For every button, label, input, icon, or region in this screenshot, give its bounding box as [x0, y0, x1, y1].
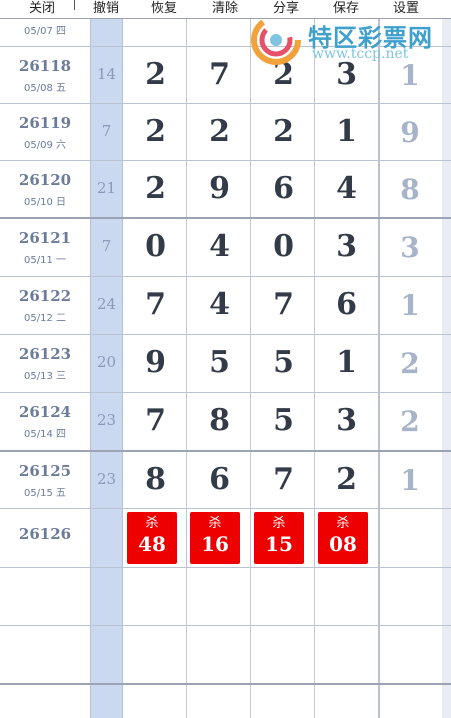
logo-url: www.tccp.net — [312, 46, 409, 62]
digit-3: 0 — [273, 229, 294, 264]
kill-label: 杀 — [336, 516, 350, 531]
digit-3: 5 — [273, 345, 294, 380]
digit-1: 8 — [145, 462, 166, 497]
digit-4: 1 — [336, 345, 357, 380]
digit-1: 2 — [145, 171, 166, 206]
digit-2: 5 — [209, 345, 230, 380]
last-digit: 1 — [400, 464, 420, 497]
kill-value: 48 — [138, 532, 166, 556]
sum-value: 21 — [96, 179, 117, 197]
kill-badge[interactable]: 杀 16 — [190, 512, 240, 564]
last-digit: 2 — [400, 405, 420, 438]
issue-number: 26119 — [18, 114, 72, 132]
digit-2: 2 — [209, 114, 230, 149]
digit-1: 7 — [145, 287, 166, 322]
sum-value: 14 — [96, 65, 117, 83]
close-button[interactable]: 关闭 — [20, 0, 64, 18]
digit-4: 3 — [336, 229, 357, 264]
kill-badge[interactable]: 杀 15 — [254, 512, 304, 564]
digit-4: 2 — [336, 462, 357, 497]
last-digit: 8 — [400, 173, 420, 206]
restore-button[interactable]: 恢复 — [142, 0, 186, 18]
sum-value: 20 — [96, 353, 117, 371]
last-digit: 2 — [400, 347, 420, 380]
table-row[interactable]: 26124 05/14 四 23 7 8 5 3 2 — [0, 393, 451, 452]
empty-row[interactable] — [0, 626, 451, 685]
digit-3: 7 — [273, 287, 294, 322]
digit-1: 2 — [145, 114, 166, 149]
toolbar-divider — [74, 0, 75, 10]
kill-badge[interactable]: 杀 08 — [318, 512, 368, 564]
draw-date: 05/11 一 — [24, 255, 66, 266]
draw-date: 05/09 六 — [24, 140, 66, 151]
table-row[interactable]: 26120 05/10 日 21 2 9 6 4 8 — [0, 161, 451, 219]
draw-date: 05/15 五 — [24, 488, 66, 499]
kill-label: 杀 — [145, 516, 159, 531]
logo-swirl-icon — [251, 15, 301, 65]
digit-3: 7 — [273, 462, 294, 497]
kill-label: 杀 — [208, 516, 222, 531]
last-digit: 9 — [400, 116, 420, 149]
last-digit: 3 — [400, 231, 420, 264]
digit-1: 0 — [145, 229, 166, 264]
issue-number: 26125 — [18, 462, 72, 480]
draw-date: 05/13 三 — [24, 371, 66, 382]
digit-1: 2 — [145, 57, 166, 92]
kill-badge[interactable]: 杀 48 — [127, 512, 177, 564]
kill-value: 16 — [201, 532, 229, 556]
digit-3: 2 — [273, 114, 294, 149]
sum-value: 23 — [96, 470, 117, 488]
kill-label: 杀 — [272, 516, 286, 531]
issue-number: 26124 — [18, 403, 72, 421]
last-digit: 1 — [400, 289, 420, 322]
table-row[interactable]: 26121 05/11 一 7 0 4 0 3 3 — [0, 219, 451, 277]
digit-3: 5 — [273, 403, 294, 438]
digit-1: 9 — [145, 345, 166, 380]
kill-value: 08 — [329, 532, 357, 556]
digit-1: 7 — [145, 403, 166, 438]
sum-value: 24 — [96, 295, 117, 313]
table-row[interactable]: 26125 05/15 五 23 8 6 7 2 1 — [0, 452, 451, 509]
site-logo: 特区彩票网 www.tccp.net — [248, 12, 448, 68]
empty-row[interactable] — [0, 685, 451, 718]
digit-2: 4 — [209, 229, 230, 264]
next-issue-number: 26126 — [18, 525, 72, 543]
table-row[interactable]: 26119 05/09 六 7 2 2 2 1 9 — [0, 104, 451, 161]
draw-date: 05/14 四 — [24, 429, 66, 440]
empty-row[interactable] — [0, 568, 451, 626]
issue-number: 26123 — [18, 345, 72, 363]
draw-date: 05/12 二 — [24, 313, 66, 324]
digit-2: 6 — [209, 462, 230, 497]
table-row[interactable]: 26122 05/12 二 24 7 4 7 6 1 — [0, 277, 451, 335]
digit-2: 7 — [209, 57, 230, 92]
lottery-grid: 05/07 四 26118 05/08 五 14 2 7 2 3 1 26119… — [0, 0, 451, 718]
undo-button[interactable]: 撤销 — [84, 0, 128, 18]
digit-3: 6 — [273, 171, 294, 206]
sum-value: 7 — [101, 122, 112, 140]
clear-button[interactable]: 清除 — [203, 0, 247, 18]
issue-number: 26118 — [18, 57, 72, 75]
kill-value: 15 — [265, 532, 293, 556]
digit-4: 4 — [336, 171, 357, 206]
draw-date: 05/10 日 — [24, 197, 66, 208]
sum-value: 23 — [96, 411, 117, 429]
draw-date: 05/07 四 — [24, 26, 66, 37]
digit-4: 3 — [336, 403, 357, 438]
issue-number: 26121 — [18, 229, 72, 247]
issue-number: 26122 — [18, 287, 72, 305]
digit-2: 4 — [209, 287, 230, 322]
table-row[interactable]: 26123 05/13 三 20 9 5 5 1 2 — [0, 335, 451, 393]
digit-2: 8 — [209, 403, 230, 438]
digit-4: 1 — [336, 114, 357, 149]
sum-value: 7 — [101, 237, 112, 255]
digit-4: 6 — [336, 287, 357, 322]
digit-2: 9 — [209, 171, 230, 206]
draw-date: 05/08 五 — [24, 83, 66, 94]
issue-number: 26120 — [18, 171, 72, 189]
